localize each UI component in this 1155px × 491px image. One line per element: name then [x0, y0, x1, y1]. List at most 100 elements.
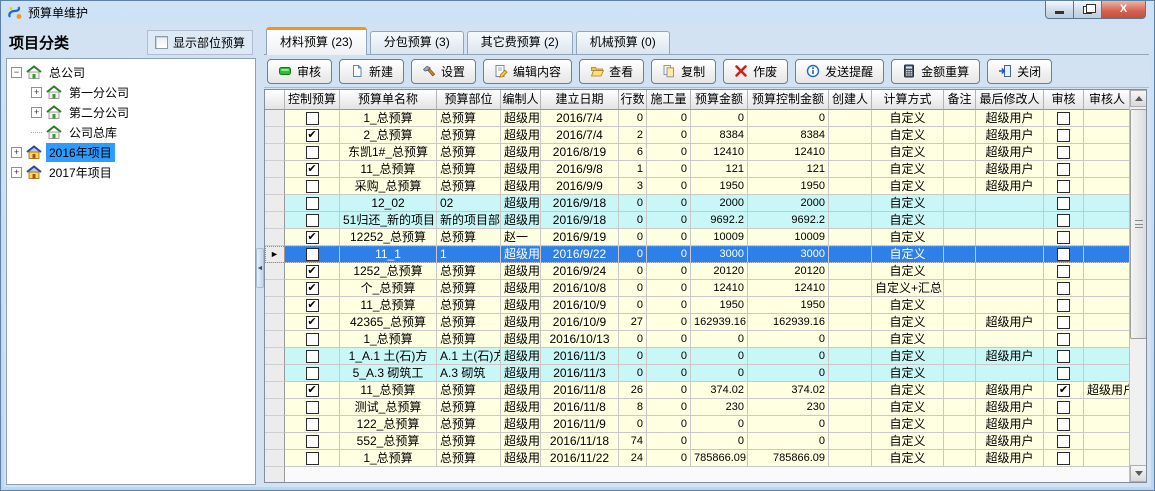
cell-creator[interactable]	[829, 263, 872, 280]
column-header-creator[interactable]: 创建人	[829, 90, 872, 110]
tree-item[interactable]: +2017年项目	[7, 162, 255, 182]
cell-name[interactable]: 个_总预算	[340, 280, 437, 297]
cell-volume[interactable]: 0	[647, 263, 691, 280]
cell-ctrlAmount[interactable]: 230	[748, 399, 829, 416]
cell-date[interactable]: 2016/10/9	[541, 314, 619, 331]
cell-amount[interactable]: 0	[691, 348, 748, 365]
cell-author[interactable]: 超级用户	[501, 382, 541, 399]
checkbox-unchecked-icon[interactable]	[1057, 231, 1070, 244]
cell-date[interactable]: 2016/9/24	[541, 263, 619, 280]
cell-modifier[interactable]	[976, 229, 1044, 246]
checkbox-unchecked-icon[interactable]	[1057, 316, 1070, 329]
cell-auditor[interactable]	[1084, 416, 1131, 433]
cell-modifier[interactable]	[976, 263, 1044, 280]
cell-part[interactable]: 总预算	[437, 399, 501, 416]
cell-note[interactable]	[944, 246, 976, 263]
cell-calc[interactable]: 自定义	[872, 212, 944, 229]
checkbox-unchecked-icon[interactable]	[1057, 248, 1070, 261]
checkbox-unchecked-icon[interactable]	[1057, 265, 1070, 278]
column-header-modifier[interactable]: 最后修改人	[976, 90, 1044, 110]
cell-modifier[interactable]	[976, 331, 1044, 348]
cell-creator[interactable]	[829, 229, 872, 246]
cell-ctrlAmount[interactable]: 2000	[748, 195, 829, 212]
cell-author[interactable]: 超级用户	[501, 280, 541, 297]
cell-modifier[interactable]: 超级用户	[976, 178, 1044, 195]
cell-amount[interactable]: 10009	[691, 229, 748, 246]
cell-volume[interactable]: 0	[647, 161, 691, 178]
cell-part[interactable]: 1	[437, 246, 501, 263]
cell-lines[interactable]: 6	[619, 144, 647, 161]
cell-ctrlAmount[interactable]: 8384	[748, 127, 829, 144]
cell-audit[interactable]	[1044, 280, 1084, 297]
cell-ctrlAmount[interactable]: 1950	[748, 297, 829, 314]
cell-note[interactable]	[944, 365, 976, 382]
cell-volume[interactable]: 0	[647, 433, 691, 450]
table-row[interactable]: 122_总预算总预算超级用户2016/11/90000自定义超级用户	[265, 416, 1146, 433]
cell-name[interactable]: 42365_总预算	[340, 314, 437, 331]
cell-volume[interactable]: 0	[647, 127, 691, 144]
checkbox-unchecked-icon[interactable]	[1057, 197, 1070, 210]
column-header-audit[interactable]: 审核	[1044, 90, 1084, 110]
cell-audit[interactable]	[1044, 365, 1084, 382]
cell-creator[interactable]	[829, 450, 872, 467]
checkbox-unchecked-icon[interactable]	[306, 367, 319, 380]
cell-ctrl[interactable]	[285, 450, 340, 467]
cell-ctrlAmount[interactable]: 0	[748, 331, 829, 348]
cell-amount[interactable]: 1950	[691, 178, 748, 195]
cell-auditor[interactable]	[1084, 229, 1131, 246]
cell-calc[interactable]: 自定义	[872, 127, 944, 144]
cell-note[interactable]	[944, 382, 976, 399]
cell-auditor[interactable]	[1084, 450, 1131, 467]
cell-author[interactable]: 超级用户	[501, 365, 541, 382]
cell-calc[interactable]: 自定义	[872, 229, 944, 246]
checkbox-unchecked-icon[interactable]	[1057, 163, 1070, 176]
cell-author[interactable]: 超级用户	[501, 246, 541, 263]
cell-auditor[interactable]	[1084, 144, 1131, 161]
cell-creator[interactable]	[829, 161, 872, 178]
cell-author[interactable]: 超级用户	[501, 110, 541, 127]
cell-part[interactable]: 总预算	[437, 331, 501, 348]
cell-volume[interactable]: 0	[647, 178, 691, 195]
column-header-lines[interactable]: 行数	[619, 90, 647, 110]
cell-calc[interactable]: 自定义	[872, 195, 944, 212]
cell-modifier[interactable]: 超级用户	[976, 416, 1044, 433]
cell-date[interactable]: 2016/11/8	[541, 399, 619, 416]
cell-date[interactable]: 2016/11/3	[541, 348, 619, 365]
cell-calc[interactable]: 自定义	[872, 365, 944, 382]
cell-lines[interactable]: 27	[619, 314, 647, 331]
cell-volume[interactable]: 0	[647, 229, 691, 246]
cell-amount[interactable]: 0	[691, 331, 748, 348]
table-row[interactable]: 东凯1#_总预算总预算超级用户2016/8/19601241012410自定义超…	[265, 144, 1146, 161]
cell-name[interactable]: 11_总预算	[340, 161, 437, 178]
cell-ctrl[interactable]	[285, 399, 340, 416]
checkbox-unchecked-icon[interactable]	[306, 112, 319, 125]
cell-ctrlAmount[interactable]: 12410	[748, 144, 829, 161]
cell-part[interactable]: 总预算	[437, 110, 501, 127]
cell-audit[interactable]	[1044, 178, 1084, 195]
cell-name[interactable]: 采购_总预算	[340, 178, 437, 195]
tree-item[interactable]: +2016年项目	[7, 142, 255, 162]
cell-note[interactable]	[944, 110, 976, 127]
void-button[interactable]: 作废	[723, 59, 788, 84]
checkbox-unchecked-icon[interactable]	[306, 452, 319, 465]
cell-volume[interactable]: 0	[647, 450, 691, 467]
cell-auditor[interactable]	[1084, 314, 1131, 331]
cell-calc[interactable]: 自定义	[872, 314, 944, 331]
cell-auditor[interactable]	[1084, 195, 1131, 212]
checkbox-unchecked-icon[interactable]	[1057, 299, 1070, 312]
cell-amount[interactable]: 785866.09	[691, 450, 748, 467]
cell-note[interactable]	[944, 229, 976, 246]
cell-note[interactable]	[944, 348, 976, 365]
cell-lines[interactable]: 0	[619, 229, 647, 246]
cell-calc[interactable]: 自定义	[872, 297, 944, 314]
cell-author[interactable]: 超级用户	[501, 433, 541, 450]
cell-ctrlAmount[interactable]: 0	[748, 416, 829, 433]
checkbox-checked-icon[interactable]: ✔	[1057, 384, 1070, 397]
cell-volume[interactable]: 0	[647, 399, 691, 416]
cell-ctrlAmount[interactable]: 374.02	[748, 382, 829, 399]
cell-modifier[interactable]	[976, 212, 1044, 229]
cell-lines[interactable]: 0	[619, 416, 647, 433]
cell-ctrl[interactable]	[285, 433, 340, 450]
cell-calc[interactable]: 自定义	[872, 348, 944, 365]
cell-modifier[interactable]	[976, 365, 1044, 382]
